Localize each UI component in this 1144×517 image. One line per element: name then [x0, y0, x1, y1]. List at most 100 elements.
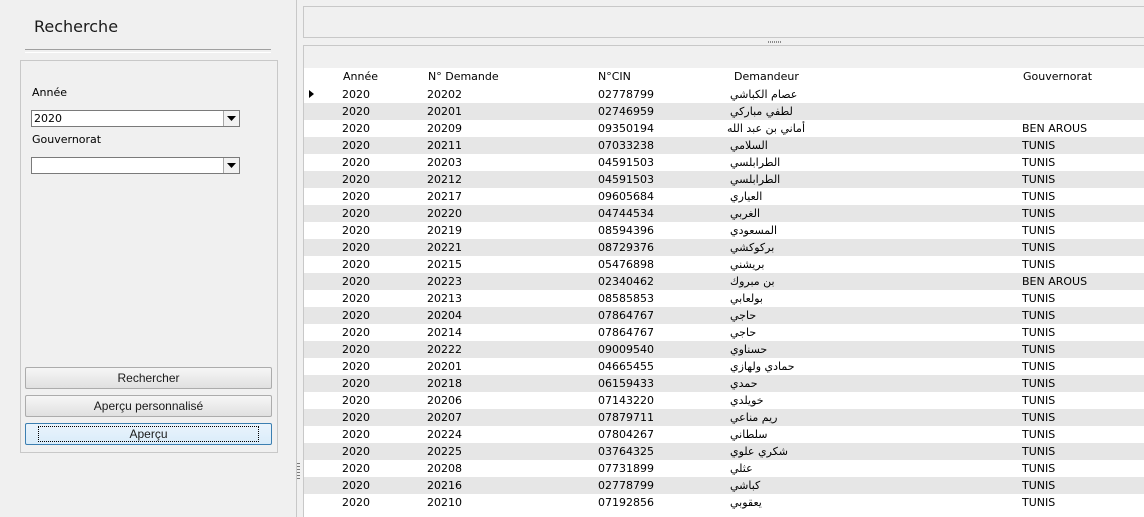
cell-demandeur[interactable]: أماني بن عبد الله	[727, 120, 805, 137]
cell-annee[interactable]: 2020	[342, 154, 370, 171]
cell-gouvernorat[interactable]: TUNIS	[1022, 409, 1055, 426]
horizontal-splitter-grip[interactable]	[768, 41, 782, 43]
cell-annee[interactable]: 2020	[342, 120, 370, 137]
column-header-num-demande[interactable]: N° Demande	[428, 68, 499, 85]
table-row[interactable]: 2020 20225 03764325 TUNIS شكري علوي	[304, 443, 1144, 460]
cell-num-demande[interactable]: 20208	[427, 460, 462, 477]
table-row[interactable]: 2020 20202 02778799 عصام الكباشي	[304, 86, 1144, 103]
vertical-splitter-grip[interactable]	[297, 463, 300, 479]
table-row[interactable]: 2020 20212 04591503 TUNIS الطرابلسي	[304, 171, 1144, 188]
column-header-annee[interactable]: Année	[343, 68, 379, 85]
table-row[interactable]: 2020 20210 07192856 TUNIS يعقوبي	[304, 494, 1144, 511]
cell-gouvernorat[interactable]: TUNIS	[1022, 443, 1055, 460]
cell-gouvernorat[interactable]: TUNIS	[1022, 477, 1055, 494]
cell-num-demande[interactable]: 20221	[427, 239, 462, 256]
cell-demandeur[interactable]: العياري	[730, 188, 805, 205]
cell-cin[interactable]: 07192856	[598, 494, 654, 511]
cell-num-demande[interactable]: 20222	[427, 341, 462, 358]
cell-cin[interactable]: 04591503	[598, 171, 654, 188]
cell-demandeur[interactable]: سلطاني	[730, 426, 805, 443]
cell-num-demande[interactable]: 20211	[427, 137, 462, 154]
cell-num-demande[interactable]: 20209	[427, 120, 462, 137]
cell-gouvernorat[interactable]: TUNIS	[1022, 154, 1055, 171]
table-row[interactable]: 2020 20206 07143220 TUNIS خويلدي	[304, 392, 1144, 409]
cell-annee[interactable]: 2020	[342, 443, 370, 460]
cell-gouvernorat[interactable]: TUNIS	[1022, 460, 1055, 477]
table-row[interactable]: 2020 20203 04591503 TUNIS الطرابلسي	[304, 154, 1144, 171]
column-header-gouvernorat[interactable]: Gouvernorat	[1023, 68, 1093, 85]
cell-annee[interactable]: 2020	[342, 494, 370, 511]
table-row[interactable]: 2020 20213 08585853 TUNIS بولعابي	[304, 290, 1144, 307]
cell-num-demande[interactable]: 20203	[427, 154, 462, 171]
cell-num-demande[interactable]: 20219	[427, 222, 462, 239]
cell-annee[interactable]: 2020	[342, 86, 370, 103]
results-grid[interactable]: Année N° Demande N°CIN Demandeur Gouvern…	[304, 68, 1144, 517]
table-row[interactable]: 2020 20216 02778799 TUNIS كباشي	[304, 477, 1144, 494]
table-row[interactable]: 2020 20218 06159433 TUNIS حمدي	[304, 375, 1144, 392]
cell-demandeur[interactable]: خويلدي	[730, 392, 805, 409]
cell-gouvernorat[interactable]: TUNIS	[1022, 324, 1055, 341]
cell-demandeur[interactable]: يعقوبي	[730, 494, 805, 511]
cell-num-demande[interactable]: 20223	[427, 273, 462, 290]
cell-demandeur[interactable]: حمدي	[730, 375, 805, 392]
table-row[interactable]: 2020 20222 09009540 TUNIS حسناوي	[304, 341, 1144, 358]
column-header-cin[interactable]: N°CIN	[598, 68, 631, 85]
cell-annee[interactable]: 2020	[342, 307, 370, 324]
table-row[interactable]: 2020 20217 09605684 TUNIS العياري	[304, 188, 1144, 205]
cell-annee[interactable]: 2020	[342, 273, 370, 290]
cell-cin[interactable]: 05476898	[598, 256, 654, 273]
cell-demandeur[interactable]: عثلي	[730, 460, 805, 477]
cell-cin[interactable]: 02746959	[598, 103, 654, 120]
cell-num-demande[interactable]: 20206	[427, 392, 462, 409]
annee-select[interactable]: 2020	[31, 110, 240, 127]
cell-annee[interactable]: 2020	[342, 137, 370, 154]
cell-annee[interactable]: 2020	[342, 188, 370, 205]
cell-cin[interactable]: 04744534	[598, 205, 654, 222]
cell-num-demande[interactable]: 20224	[427, 426, 462, 443]
cell-num-demande[interactable]: 20204	[427, 307, 462, 324]
cell-gouvernorat[interactable]: TUNIS	[1022, 375, 1055, 392]
cell-annee[interactable]: 2020	[342, 324, 370, 341]
cell-gouvernorat[interactable]: TUNIS	[1022, 494, 1055, 511]
cell-annee[interactable]: 2020	[342, 460, 370, 477]
cell-cin[interactable]: 02778799	[598, 86, 654, 103]
cell-cin[interactable]: 09605684	[598, 188, 654, 205]
cell-demandeur[interactable]: بركوكشي	[730, 239, 805, 256]
gouvernorat-select[interactable]	[31, 157, 240, 174]
cell-num-demande[interactable]: 20218	[427, 375, 462, 392]
cell-gouvernorat[interactable]: TUNIS	[1022, 358, 1055, 375]
cell-cin[interactable]: 07864767	[598, 324, 654, 341]
table-row[interactable]: 2020 20223 02340462 BEN AROUS بن مبروك	[304, 273, 1144, 290]
cell-cin[interactable]: 04591503	[598, 154, 654, 171]
cell-cin[interactable]: 03764325	[598, 443, 654, 460]
table-row[interactable]: 2020 20220 04744534 TUNIS الغربي	[304, 205, 1144, 222]
cell-num-demande[interactable]: 20216	[427, 477, 462, 494]
cell-annee[interactable]: 2020	[342, 477, 370, 494]
cell-gouvernorat[interactable]: TUNIS	[1022, 188, 1055, 205]
table-row[interactable]: 2020 20208 07731899 TUNIS عثلي	[304, 460, 1144, 477]
cell-demandeur[interactable]: حمادي ولهازي	[730, 358, 805, 375]
cell-gouvernorat[interactable]: TUNIS	[1022, 307, 1055, 324]
chevron-down-icon[interactable]	[223, 158, 239, 173]
apercu-personnalise-button[interactable]: Aperçu personnalisé	[25, 395, 272, 417]
cell-demandeur[interactable]: السلامي	[730, 137, 805, 154]
cell-gouvernorat[interactable]: BEN AROUS	[1022, 273, 1087, 290]
rechercher-button[interactable]: Rechercher	[25, 367, 272, 389]
cell-cin[interactable]: 07033238	[598, 137, 654, 154]
table-row[interactable]: 2020 20221 08729376 TUNIS بركوكشي	[304, 239, 1144, 256]
cell-demandeur[interactable]: الغربي	[730, 205, 805, 222]
cell-gouvernorat[interactable]: BEN AROUS	[1022, 120, 1087, 137]
cell-annee[interactable]: 2020	[342, 256, 370, 273]
table-row[interactable]: 2020 20204 07864767 TUNIS حاجي	[304, 307, 1144, 324]
cell-demandeur[interactable]: كباشي	[730, 477, 805, 494]
cell-cin[interactable]: 07143220	[598, 392, 654, 409]
cell-gouvernorat[interactable]: TUNIS	[1022, 205, 1055, 222]
cell-num-demande[interactable]: 20202	[427, 86, 462, 103]
cell-cin[interactable]: 09350194	[598, 120, 654, 137]
cell-annee[interactable]: 2020	[342, 426, 370, 443]
cell-gouvernorat[interactable]: TUNIS	[1022, 341, 1055, 358]
cell-cin[interactable]: 07731899	[598, 460, 654, 477]
cell-num-demande[interactable]: 20215	[427, 256, 462, 273]
cell-demandeur[interactable]: شكري علوي	[730, 443, 805, 460]
cell-annee[interactable]: 2020	[342, 103, 370, 120]
